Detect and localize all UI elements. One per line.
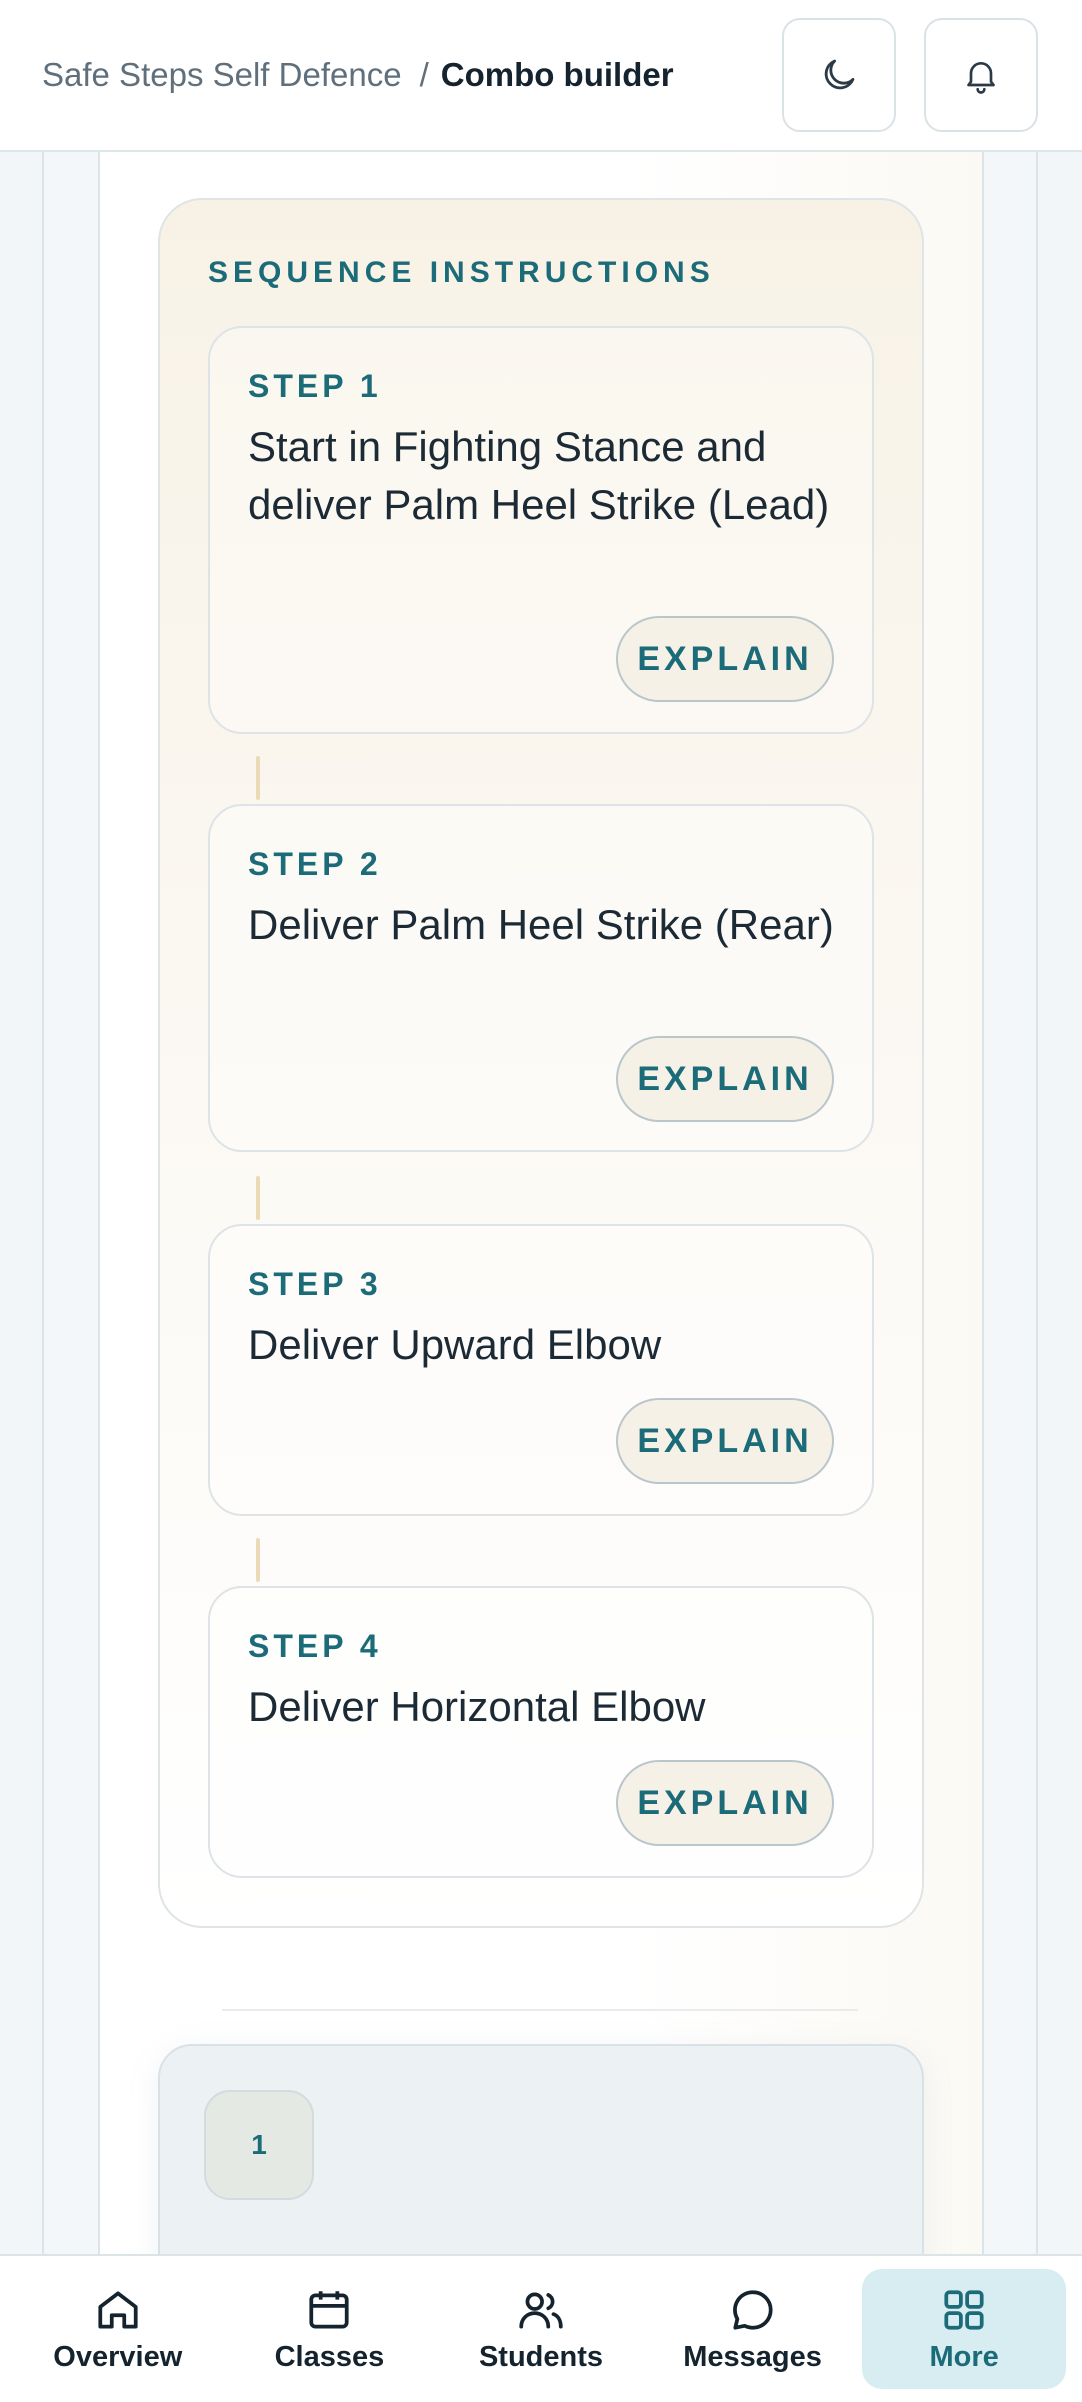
moon-icon (824, 59, 855, 90)
bell-icon (967, 62, 995, 94)
sequence-title: SEQUENCE INSTRUCTIONS (208, 256, 715, 289)
nav-label: Classes (274, 2340, 385, 2373)
step-text: Deliver Horizontal Elbow (248, 1683, 706, 1730)
nav-label: More (929, 2340, 999, 2373)
nav-label: Messages (683, 2340, 822, 2373)
calendar-icon (309, 2290, 349, 2329)
step-connector (256, 756, 260, 800)
step-text: Deliver Upward Elbow (248, 1321, 662, 1368)
explain-button[interactable]: EXPLAIN (616, 616, 834, 702)
users-icon (519, 2292, 563, 2329)
section-divider (222, 2009, 858, 2011)
step-card: STEP 2 Deliver Palm Heel Strike (Rear) E… (208, 804, 874, 1152)
step-text: Deliver Palm Heel Strike (Rear) (248, 901, 834, 948)
nav-item-classes[interactable]: Classes (227, 2269, 431, 2389)
top-bar: Safe Steps Self Defence / Combo builder (0, 0, 1082, 152)
step-label: STEP 1 (248, 368, 382, 404)
step-label: STEP 4 (248, 1628, 382, 1664)
bottom-nav: Overview Classes Students Messages More (0, 2254, 1082, 2402)
step-card: STEP 1 Start in Fighting Stance and deli… (208, 326, 874, 734)
step-connector (256, 1538, 260, 1582)
theme-toggle-button[interactable] (782, 18, 896, 132)
number-badge: 1 (204, 2090, 314, 2200)
nav-item-overview[interactable]: Overview (16, 2269, 220, 2389)
nav-label: Students (478, 2340, 604, 2373)
grid-icon (944, 2289, 984, 2330)
step-connector (256, 1176, 260, 1220)
explain-button[interactable]: EXPLAIN (616, 1398, 834, 1484)
chat-icon (732, 2289, 773, 2330)
breadcrumb-separator: / (419, 56, 429, 93)
nav-item-more[interactable]: More (862, 2269, 1067, 2389)
home-icon (98, 2290, 138, 2329)
nav-item-students[interactable]: Students (439, 2269, 643, 2389)
step-card: STEP 4 Deliver Horizontal Elbow EXPLAIN (208, 1586, 874, 1878)
explain-button[interactable]: EXPLAIN (616, 1036, 834, 1122)
explain-button[interactable]: EXPLAIN (616, 1760, 834, 1846)
notifications-button[interactable] (924, 18, 1038, 132)
page-title: Combo builder (440, 56, 674, 93)
breadcrumb-parent[interactable]: Safe Steps Self Defence (42, 56, 402, 94)
step-card: STEP 3 Deliver Upward Elbow EXPLAIN (208, 1224, 874, 1516)
step-label: STEP 3 (248, 1266, 382, 1302)
step-label: STEP 2 (248, 846, 382, 882)
nav-label: Overview (53, 2340, 183, 2373)
nav-item-messages[interactable]: Messages (651, 2269, 855, 2389)
step-text: Start in Fighting Stance and deliver Pal… (248, 423, 830, 528)
